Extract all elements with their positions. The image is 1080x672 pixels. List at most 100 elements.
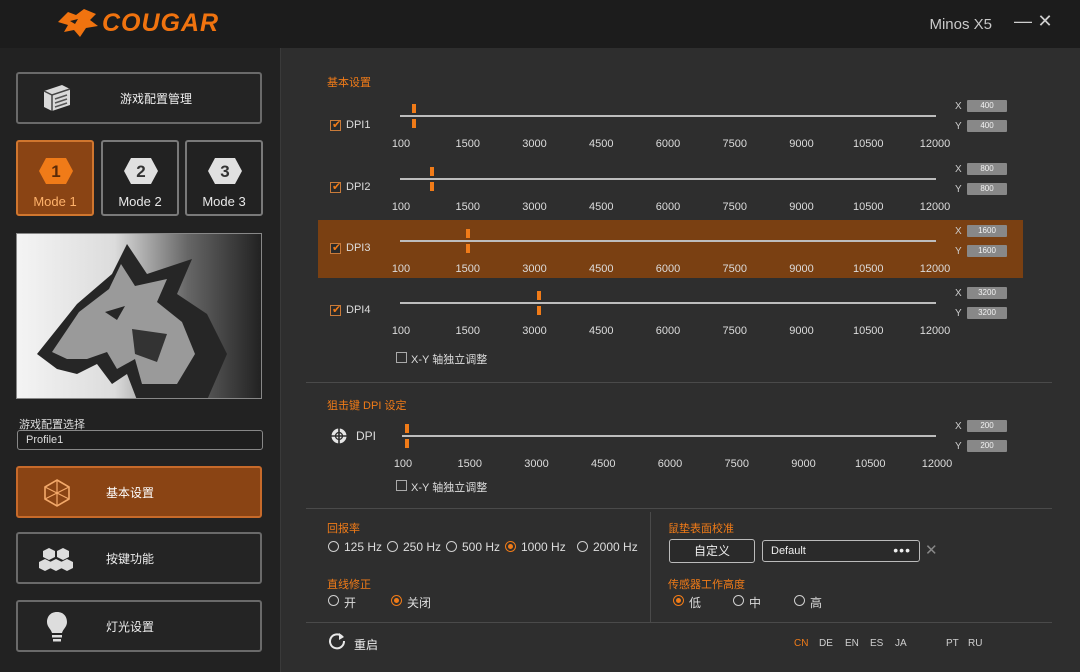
mode-1-button[interactable]: 1 Mode 1 xyxy=(16,140,94,216)
lang-pt[interactable]: PT xyxy=(946,638,959,649)
mode-2-button[interactable]: 2 Mode 2 xyxy=(101,140,179,216)
xy-independent-checkbox[interactable] xyxy=(396,352,407,363)
tick-label: 12000 xyxy=(919,263,951,275)
profile-image xyxy=(16,233,262,399)
dpi3-slider-thumb[interactable] xyxy=(466,229,470,253)
polling-500-radio[interactable] xyxy=(446,541,457,552)
close-icon[interactable]: ✕ xyxy=(1034,10,1056,32)
lang-cn[interactable]: CN xyxy=(794,638,808,649)
dpi1-y-value[interactable]: 400 xyxy=(967,120,1007,132)
basic-settings-title: 基本设置 xyxy=(327,77,371,89)
tick-label: 9000 xyxy=(789,201,814,213)
tick-label: 3000 xyxy=(522,325,547,337)
keyboard-stack-icon xyxy=(43,85,71,111)
reset-icon[interactable] xyxy=(328,632,346,650)
lang-en[interactable]: EN xyxy=(845,638,859,649)
lod-high-radio[interactable] xyxy=(794,595,805,606)
polling-2000-radio[interactable] xyxy=(577,541,588,552)
dpi1-slider-thumb[interactable] xyxy=(412,104,416,128)
profile-manager-button[interactable]: 游戏配置管理 xyxy=(16,72,262,124)
tick-label: 7500 xyxy=(722,138,747,150)
dpi2-slider-track[interactable] xyxy=(400,178,936,180)
dpi3-slider-track[interactable] xyxy=(400,240,936,242)
dpi2-label: DPI2 xyxy=(346,181,371,193)
basic-settings-button[interactable]: 基本设置 xyxy=(16,466,262,518)
dpi4-slider-thumb[interactable] xyxy=(537,291,541,315)
polling-1000-radio[interactable] xyxy=(505,541,516,552)
lang-ru[interactable]: RU xyxy=(968,638,982,649)
sniper-slider-track[interactable] xyxy=(402,435,936,437)
svg-text:1: 1 xyxy=(51,162,60,181)
dpi4-label: DPI4 xyxy=(346,304,371,316)
lod-mid-radio[interactable] xyxy=(733,595,744,606)
surface-custom-button[interactable]: 自定义 xyxy=(669,539,755,563)
sniper-xy-independent-label: X-Y 轴独立调整 xyxy=(411,482,488,494)
lighting-settings-button[interactable]: 灯光设置 xyxy=(16,600,262,652)
dpi4-checkbox[interactable]: ✔ xyxy=(330,304,341,316)
dpi4-x-value[interactable]: 3200 xyxy=(967,287,1007,299)
polling-250-radio[interactable] xyxy=(387,541,398,552)
dpi1-slider-track[interactable] xyxy=(400,115,936,117)
tick-label: 12000 xyxy=(919,201,951,213)
polling-1000-label: 1000 Hz xyxy=(521,540,566,554)
minimize-icon[interactable]: — xyxy=(1012,10,1034,32)
key-function-button[interactable]: 按键功能 xyxy=(16,532,262,584)
dpi2-checkbox[interactable]: ✔ xyxy=(330,181,341,193)
lod-high-label: 高 xyxy=(810,596,823,610)
tick-label: 1500 xyxy=(455,201,480,213)
tick-label: 1500 xyxy=(455,138,480,150)
profile-select[interactable]: Profile1 xyxy=(17,430,263,450)
angle-on-radio[interactable] xyxy=(328,595,339,606)
tick-label: 7500 xyxy=(724,458,749,470)
surface-calibration-title: 鼠垫表面校准 xyxy=(668,523,734,535)
section-divider-3 xyxy=(306,622,1052,623)
sniper-slider-thumb[interactable] xyxy=(405,424,409,448)
tick-label: 3000 xyxy=(522,201,547,213)
sniper-y-label: Y xyxy=(955,441,962,452)
sniper-xy-independent-checkbox[interactable] xyxy=(396,480,407,491)
mode-2-label: Mode 2 xyxy=(118,194,162,209)
dpi3-checkbox[interactable]: ✔ xyxy=(330,242,341,254)
dpi3-y-value[interactable]: 1600 xyxy=(967,245,1007,257)
dpi2-y-value[interactable]: 800 xyxy=(967,183,1007,195)
vertical-separator xyxy=(650,512,651,622)
lang-es[interactable]: ES xyxy=(870,638,883,649)
hexagon-cube-icon xyxy=(44,479,70,507)
tick-label: 6000 xyxy=(655,201,681,213)
dpi4-slider-track[interactable] xyxy=(400,302,936,304)
sniper-x-value[interactable]: 200 xyxy=(967,420,1007,432)
mode-3-label: Mode 3 xyxy=(202,194,246,209)
dpi2-slider-thumb[interactable] xyxy=(430,167,434,191)
tick-label: 100 xyxy=(393,458,413,470)
dpi1-y-label: Y xyxy=(955,121,962,132)
lod-low-radio[interactable] xyxy=(673,595,684,606)
tick-label: 9000 xyxy=(791,458,816,470)
mode-3-button[interactable]: 3 Mode 3 xyxy=(185,140,263,216)
tick-label: 7500 xyxy=(722,325,747,337)
dpi1-label: DPI1 xyxy=(346,119,371,131)
dpi1-checkbox[interactable]: ✔ xyxy=(330,119,341,131)
dpi4-x-label: X xyxy=(955,288,962,299)
polling-125-radio[interactable] xyxy=(328,541,339,552)
cougar-head-icon xyxy=(58,9,98,37)
angle-off-radio[interactable] xyxy=(391,595,402,606)
dpi2-x-value[interactable]: 800 xyxy=(967,163,1007,175)
tick-label: 4500 xyxy=(589,263,614,275)
tick-label: 4500 xyxy=(589,325,614,337)
tick-label: 10500 xyxy=(854,458,886,470)
lang-ja[interactable]: JA xyxy=(895,638,907,649)
clear-surface-icon[interactable]: ✕ xyxy=(925,541,938,559)
dpi1-x-value[interactable]: 400 xyxy=(967,100,1007,112)
reset-label[interactable]: 重启 xyxy=(354,636,378,653)
dpi4-y-value[interactable]: 3200 xyxy=(967,307,1007,319)
light-bulb-icon xyxy=(47,612,67,642)
dpi3-x-value[interactable]: 1600 xyxy=(967,225,1007,237)
sniper-y-value[interactable]: 200 xyxy=(967,440,1007,452)
crosshair-icon xyxy=(331,428,347,444)
title-bar: COUGAR Minos X5 — ✕ xyxy=(0,0,1080,48)
lift-off-title: 传感器工作高度 xyxy=(668,579,745,591)
surface-select[interactable]: Default ••• xyxy=(762,540,920,562)
angle-off-label: 关闭 xyxy=(407,596,432,610)
lang-de[interactable]: DE xyxy=(819,638,833,649)
more-options-icon[interactable]: ••• xyxy=(893,542,911,558)
